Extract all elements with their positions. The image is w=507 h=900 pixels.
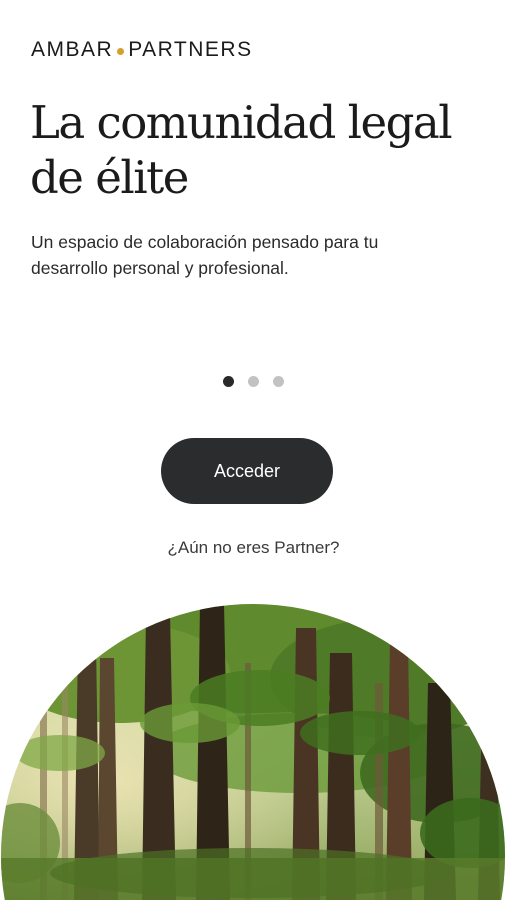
brand-dot-icon	[117, 47, 125, 55]
brand-name-left: AMBAR	[31, 38, 114, 61]
brand-name-right: PARTNERS	[128, 38, 253, 61]
carousel-dot-1[interactable]	[223, 376, 234, 387]
page-title: La comunidad legal de élite	[30, 95, 480, 205]
carousel-dot-3[interactable]	[273, 376, 284, 387]
become-partner-link[interactable]: ¿Aún no eres Partner?	[0, 538, 507, 558]
forest-illustration	[1, 604, 505, 900]
page-title-line-1: La comunidad legal	[30, 96, 453, 149]
forest-image	[0, 603, 507, 900]
brand-logo: AMBAR PARTNERS	[31, 38, 253, 62]
page-title-line-2: de élite	[30, 151, 189, 204]
login-button[interactable]: Acceder	[161, 438, 333, 504]
page-subtitle: Un espacio de colaboración pensado para …	[31, 232, 379, 278]
carousel-dot-2[interactable]	[248, 376, 259, 387]
carousel-pagination	[0, 376, 507, 387]
